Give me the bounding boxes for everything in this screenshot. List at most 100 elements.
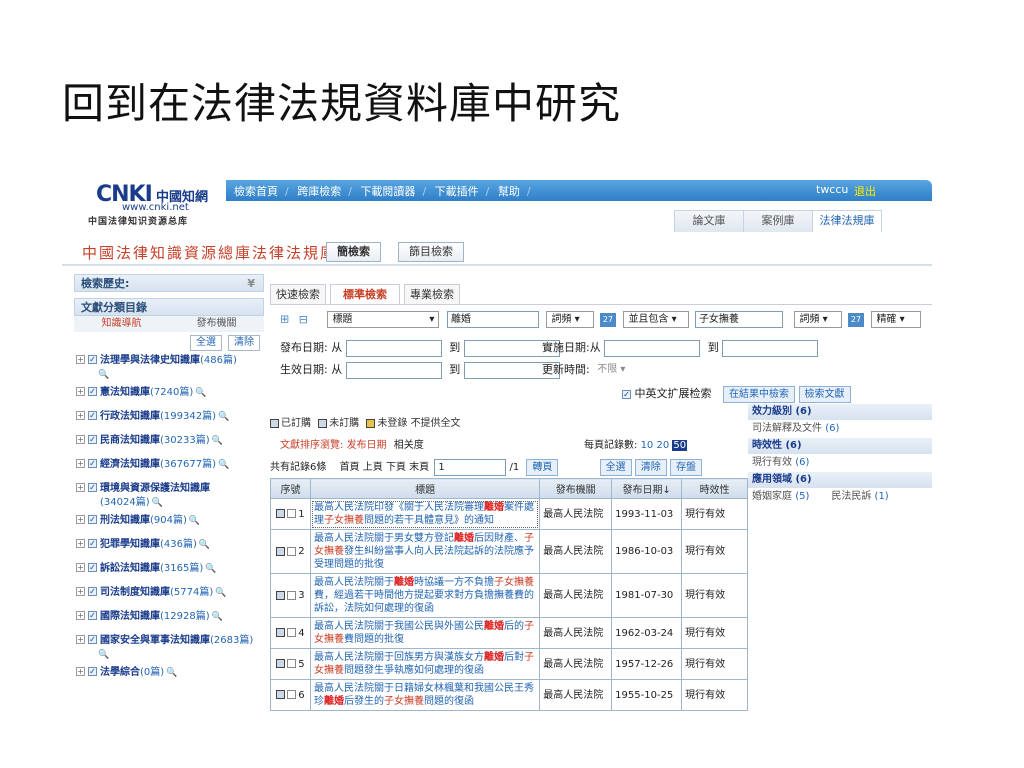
row-checkbox[interactable]: [287, 659, 297, 668]
checkbox-icon[interactable]: ✓: [88, 355, 97, 364]
magnifier-icon[interactable]: 🔍: [189, 516, 200, 526]
expand-icon[interactable]: +: [76, 355, 85, 364]
magnifier-icon[interactable]: 🔍: [212, 436, 223, 446]
doc-icon[interactable]: [276, 509, 286, 518]
pub-date-from[interactable]: [345, 339, 442, 357]
category-item[interactable]: + ✓ 訴訟法知識庫(3165篇) 🔍: [74, 562, 264, 582]
category-item[interactable]: + ✓ 行政法知識庫(199342篇) 🔍: [74, 410, 264, 430]
facet-name[interactable]: 民法民訴: [831, 491, 871, 502]
first-page-link[interactable]: 首頁: [340, 462, 360, 473]
col-date[interactable]: 發布日期↓: [611, 478, 683, 499]
category-item[interactable]: + ✓ 環境與資源保護法知識庫 (34024篇) 🔍: [74, 482, 264, 510]
checkbox-icon[interactable]: ✓: [88, 387, 97, 396]
magnifier-icon[interactable]: 🔍: [98, 370, 109, 380]
table-row[interactable]: 5 最高人民法院關于回族男方與漢族女方離婚后對子女撫養問題發生爭執應如何處理的復函…: [270, 648, 748, 680]
facet-domain-header[interactable]: 應用領域 (6): [748, 472, 932, 488]
expand-icon[interactable]: +: [76, 539, 85, 548]
doc-icon[interactable]: [276, 690, 286, 699]
category-name[interactable]: 法學綜合: [100, 667, 140, 678]
category-item[interactable]: + ✓ 國家安全與軍事法知識庫(2683篇) 🔍: [74, 634, 264, 662]
magnifier-icon[interactable]: 🔍: [212, 612, 223, 622]
catalog-search-button[interactable]: 篩目檢索: [398, 242, 464, 262]
facet-name[interactable]: 司法解釋及文件: [752, 423, 822, 434]
tab-thesis[interactable]: 論文庫: [674, 210, 744, 232]
row-checkbox[interactable]: [287, 546, 297, 556]
category-item[interactable]: + ✓ 憲法知識庫(7240篇) 🔍: [74, 386, 264, 406]
category-name[interactable]: 訴訟法知識庫: [100, 563, 160, 574]
magnifier-icon[interactable]: 🔍: [199, 540, 210, 550]
per-page-10[interactable]: 10: [641, 440, 654, 451]
row-checkbox[interactable]: [287, 590, 297, 600]
checkbox-icon[interactable]: ✓: [88, 563, 97, 572]
eff-date-from[interactable]: [345, 361, 442, 379]
facet-validity-header[interactable]: 時效性 (6): [748, 438, 932, 454]
clear-selection-button[interactable]: 清除: [634, 459, 667, 476]
expand-icon[interactable]: +: [76, 667, 85, 676]
next-page-link[interactable]: 下頁: [386, 462, 406, 473]
row-title[interactable]: 最高人民法院關于日籍婦女林楓葉和我國公民王秀珍離婚后發生的子女撫養問題的復函: [309, 679, 541, 711]
keyword2-input[interactable]: 子女撫養: [694, 311, 783, 328]
doc-icon[interactable]: [276, 590, 286, 600]
magnifier-icon[interactable]: 🔍: [218, 460, 229, 470]
last-page-link[interactable]: 末頁: [409, 462, 429, 473]
impl-date-from[interactable]: [604, 339, 701, 357]
impl-date-to[interactable]: [722, 339, 819, 357]
magnifier-icon[interactable]: 🔍: [166, 668, 177, 678]
freq2-select[interactable]: 詞頻 ▾: [794, 311, 843, 328]
facet-name[interactable]: 婚姻家庭: [752, 491, 792, 502]
search-in-results-button[interactable]: 在結果中檢索: [723, 386, 795, 403]
facet-item[interactable]: 司法解釋及文件 (6): [748, 420, 932, 438]
simple-search-button[interactable]: 簡檢索: [326, 242, 381, 262]
row-title[interactable]: 最高人民法院印發《關于人民法院審理離婚案件處理子女撫養問題的若干具體意見》的通知: [309, 498, 541, 530]
goto-page-button[interactable]: 轉頁: [526, 459, 559, 476]
category-item[interactable]: + ✓ 經濟法知識庫(367677篇) 🔍: [74, 458, 264, 478]
add-row-icon[interactable]: ⊞: [280, 313, 289, 326]
facet-item[interactable]: 現行有效 (6): [748, 454, 932, 472]
freq1-select[interactable]: 詞頻 ▾: [546, 311, 595, 328]
category-item[interactable]: + ✓ 法理學與法律史知識庫(486篇) 🔍: [74, 354, 264, 382]
checkbox-icon[interactable]: ✓: [88, 635, 97, 644]
save-button[interactable]: 存盤: [669, 459, 702, 476]
category-item[interactable]: + ✓ 犯罪學知識庫(436篇) 🔍: [74, 538, 264, 558]
tab-expert-search[interactable]: 專業檢索: [404, 284, 460, 304]
category-name[interactable]: 經濟法知識庫: [100, 459, 160, 470]
tab-cases[interactable]: 案例庫: [743, 210, 813, 232]
row-title[interactable]: 最高人民法院關于我國公民與外國公民離婚后的子女撫養費問題的批復: [309, 617, 541, 649]
chevron-down-icon[interactable]: ¥: [247, 275, 255, 293]
row-checkbox[interactable]: [287, 628, 297, 637]
per-page-20[interactable]: 20: [656, 440, 669, 451]
facet-level-header[interactable]: 效力級別 (6): [748, 404, 932, 420]
expand-icon[interactable]: +: [76, 635, 85, 644]
tab-quick-search[interactable]: 快速檢索: [270, 284, 326, 304]
category-item[interactable]: + ✓ 民商法知識庫(30233篇) 🔍: [74, 434, 264, 454]
table-row[interactable]: 6 最高人民法院關于日籍婦女林楓葉和我國公民王秀珍離婚后發生的子女撫養問題的復函最…: [270, 679, 748, 711]
page-number-input[interactable]: 1: [434, 458, 507, 476]
nav-reader-download[interactable]: 下載閱讀器: [360, 185, 415, 198]
table-row[interactable]: 2 最高人民法院關于男女雙方登記離婚后因財產、子女撫養發生糾紛當事人向人民法院起訴…: [270, 529, 748, 574]
category-name[interactable]: 國際法知識庫: [100, 611, 160, 622]
checkbox-icon[interactable]: ✓: [88, 667, 97, 676]
sort-by-relevance[interactable]: 相关度: [394, 440, 424, 451]
table-row[interactable]: 3 最高人民法院關于離婚時協議一方不負擔子女撫養費，經過若干時間他方提起要求對方負…: [270, 573, 748, 618]
category-name[interactable]: 環境與資源保護法知識庫: [100, 483, 210, 494]
facet-item[interactable]: 婚姻家庭 (5) 民法民訴 (1): [748, 488, 932, 506]
category-name[interactable]: 行政法知識庫: [100, 411, 160, 422]
row-title[interactable]: 最高人民法院關于回族男方與漢族女方離婚后對子女撫養問題發生爭執應如何處理的復函: [309, 648, 541, 680]
logic-select[interactable]: 並且包含 ▾: [623, 311, 690, 328]
doc-icon[interactable]: [276, 659, 286, 668]
tab-agency[interactable]: 發布機關: [169, 316, 264, 332]
category-name[interactable]: 法理學與法律史知識庫: [100, 355, 200, 366]
facet-name[interactable]: 現行有效: [752, 457, 792, 468]
expand-icon[interactable]: +: [76, 483, 85, 492]
category-item[interactable]: + ✓ 司法制度知識庫(5774篇) 🔍: [74, 586, 264, 606]
checkbox-icon[interactable]: ✓: [88, 459, 97, 468]
checkbox-icon[interactable]: ✓: [88, 539, 97, 548]
checkbox-icon[interactable]: ✓: [88, 587, 97, 596]
expand-icon[interactable]: +: [76, 515, 85, 524]
category-item[interactable]: + ✓ 刑法知識庫(904篇) 🔍: [74, 514, 264, 534]
prev-page-link[interactable]: 上頁: [363, 462, 383, 473]
tab-knowledge-nav[interactable]: 知識導航: [74, 316, 169, 332]
nav-home[interactable]: 檢索首頁: [234, 185, 278, 198]
sort-by-date[interactable]: 发布日期: [347, 440, 387, 451]
checkbox-icon[interactable]: ✓: [88, 411, 97, 420]
